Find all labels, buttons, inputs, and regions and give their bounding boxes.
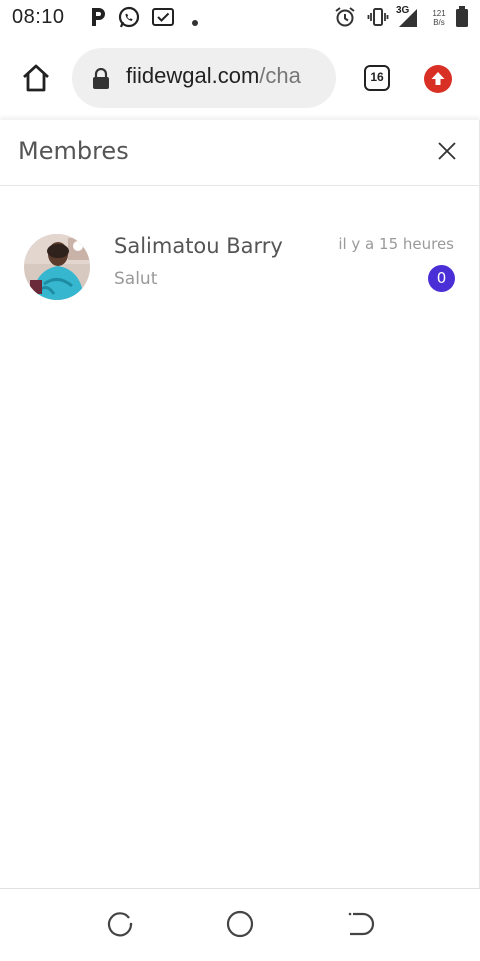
system-nav-bar: [0, 888, 480, 961]
vibrate-icon: [367, 6, 389, 33]
status-bar: 08:10 3G 121 B/s: [0, 0, 480, 36]
recents-icon: [107, 912, 133, 937]
parking-icon: [88, 6, 108, 33]
tab-switcher-button[interactable]: 16: [364, 65, 390, 91]
unread-badge: 0: [428, 265, 455, 292]
back-button[interactable]: [345, 909, 375, 939]
alarm-icon: [334, 6, 356, 33]
members-panel: Membres Salimatou Barry Salut il y a 15 …: [0, 120, 480, 888]
signal-icon: [396, 8, 418, 33]
browser-toolbar: fiidewgal.com/cha 16: [0, 36, 480, 120]
recents-button[interactable]: [105, 909, 135, 939]
network-speed-unit: B/s: [433, 18, 445, 27]
network-speed-value: 121: [432, 9, 446, 18]
back-icon: [348, 912, 375, 936]
home-circle-icon: [226, 910, 254, 938]
panel-header: Membres: [0, 120, 479, 186]
member-list-item[interactable]: Salimatou Barry Salut il y a 15 heures 0: [0, 224, 479, 314]
status-time: 08:10: [12, 6, 65, 28]
home-nav-button[interactable]: [225, 909, 255, 939]
extension-button[interactable]: [424, 65, 452, 93]
close-icon: [438, 142, 456, 160]
member-name: Salimatou Barry: [114, 234, 283, 258]
whatsapp-icon: [117, 6, 141, 35]
dot-icon: [191, 14, 199, 32]
url-domain: fiidewgal.com: [126, 63, 260, 88]
battery-icon: [455, 6, 469, 33]
url-path: /cha: [259, 63, 301, 88]
checkbox-icon: [151, 6, 175, 33]
home-icon: [23, 64, 49, 92]
member-timestamp: il y a 15 heures: [338, 235, 454, 253]
home-button[interactable]: [18, 60, 54, 96]
url-text: fiidewgal.com/cha: [126, 63, 301, 89]
close-button[interactable]: [434, 138, 460, 164]
address-bar[interactable]: fiidewgal.com/cha: [72, 48, 336, 108]
member-last-message: Salut: [114, 269, 158, 289]
lock-icon: [92, 67, 110, 95]
upload-arrow-icon: [431, 72, 445, 85]
avatar: [24, 234, 90, 300]
panel-title: Membres: [18, 137, 129, 165]
